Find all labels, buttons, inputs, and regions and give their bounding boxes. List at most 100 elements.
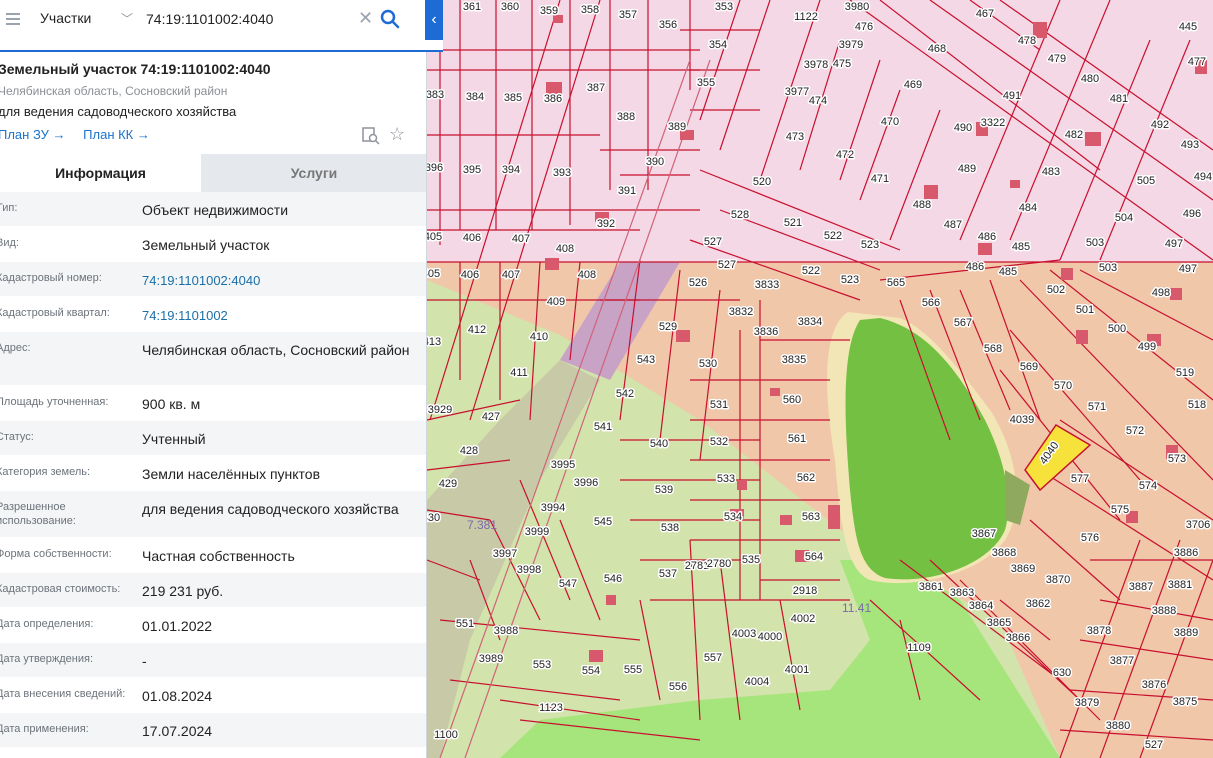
search-type-select[interactable]: Участки: [40, 10, 91, 26]
plot-label[interactable]: 496: [1181, 207, 1202, 222]
plot-label[interactable]: 3868: [990, 546, 1017, 561]
search-input[interactable]: [146, 7, 356, 31]
plot-label[interactable]: 3833: [753, 278, 780, 293]
plot-label[interactable]: 563: [800, 510, 821, 525]
plot-label[interactable]: 527: [1143, 738, 1164, 753]
plot-label[interactable]: 492: [1149, 118, 1170, 133]
plot-label[interactable]: 561: [786, 432, 807, 447]
plot-label[interactable]: 500: [1106, 322, 1127, 337]
plot-label[interactable]: 551: [454, 617, 475, 632]
plot-label[interactable]: 565: [885, 276, 906, 291]
plot-label[interactable]: 535: [740, 553, 761, 568]
plan-zu-link[interactable]: План ЗУ →: [0, 127, 66, 142]
plot-label[interactable]: 3834: [796, 315, 823, 330]
plot-label[interactable]: 534: [722, 510, 743, 525]
plot-label[interactable]: 497: [1177, 262, 1198, 277]
plot-label[interactable]: 470: [879, 115, 900, 130]
plot-label[interactable]: 574: [1137, 479, 1158, 494]
plot-label[interactable]: 505: [1135, 174, 1156, 189]
plot-label[interactable]: 406: [459, 268, 480, 283]
plot-label[interactable]: 483: [1040, 165, 1061, 180]
plot-label[interactable]: 553: [531, 658, 552, 673]
plot-label[interactable]: 576: [1079, 531, 1100, 546]
plot-label[interactable]: 538: [659, 521, 680, 536]
plot-label[interactable]: 527: [702, 235, 723, 250]
plot-label[interactable]: 391: [616, 184, 637, 199]
plot-label[interactable]: 503: [1084, 236, 1105, 251]
plot-label[interactable]: 3864: [967, 599, 994, 614]
plot-label[interactable]: 562: [795, 471, 816, 486]
plot-label[interactable]: 3977: [783, 85, 810, 100]
plot-label[interactable]: 522: [822, 229, 843, 244]
plot-label[interactable]: 482: [1063, 128, 1084, 143]
plot-label[interactable]: 407: [510, 232, 531, 247]
plot-label[interactable]: 354: [707, 38, 728, 53]
plot-label[interactable]: 566: [920, 296, 941, 311]
plot-label[interactable]: 571: [1086, 400, 1107, 415]
plot-label[interactable]: 484: [1017, 201, 1038, 216]
plot-label[interactable]: 3996: [572, 476, 599, 491]
plot-label[interactable]: 472: [834, 148, 855, 163]
plot-label[interactable]: 498: [1150, 286, 1171, 301]
plot-label[interactable]: 469: [902, 78, 923, 93]
plot-label[interactable]: 3867: [970, 527, 997, 542]
plot-label[interactable]: 572: [1124, 424, 1145, 439]
plot-label[interactable]: 3836: [752, 325, 779, 340]
plot-label[interactable]: 361: [461, 0, 482, 15]
plot-label[interactable]: 474: [807, 94, 828, 109]
plot-label[interactable]: 476: [853, 20, 874, 35]
plot-label[interactable]: 545: [592, 515, 613, 530]
plot-label[interactable]: 490: [952, 121, 973, 136]
plot-label[interactable]: 386: [542, 92, 563, 107]
plot-label[interactable]: 1109: [906, 641, 933, 656]
plot-label[interactable]: 395: [461, 163, 482, 178]
plot-label[interactable]: 3888: [1150, 604, 1177, 619]
plot-label[interactable]: 481: [1108, 92, 1129, 107]
plot-label[interactable]: 477: [1186, 55, 1207, 70]
plot-label[interactable]: 493: [1179, 138, 1200, 153]
plot-label[interactable]: 2918: [791, 584, 818, 599]
plot-label[interactable]: 3989: [477, 652, 504, 667]
plot-label[interactable]: 471: [869, 172, 890, 187]
plot-label[interactable]: 3869: [1009, 562, 1036, 577]
plot-label[interactable]: 533: [715, 472, 736, 487]
plot-label[interactable]: 564: [803, 550, 824, 565]
plot-label[interactable]: 532: [708, 435, 729, 450]
plot-label[interactable]: 3997: [491, 547, 518, 562]
plot-label[interactable]: 429: [437, 477, 458, 492]
plot-label[interactable]: 473: [784, 130, 805, 145]
plot-label[interactable]: 542: [614, 387, 635, 402]
plot-label[interactable]: 503: [1097, 261, 1118, 276]
plot-label[interactable]: 360: [499, 0, 520, 15]
plot-label[interactable]: 3706: [1184, 518, 1211, 533]
plot-label[interactable]: 554: [580, 664, 601, 679]
plot-label[interactable]: 1100: [433, 728, 460, 743]
plot-label[interactable]: 357: [617, 8, 638, 23]
plot-label[interactable]: 560: [781, 393, 802, 408]
plot-label[interactable]: 356: [657, 18, 678, 33]
plot-label[interactable]: 480: [1079, 72, 1100, 87]
plot-label[interactable]: 407: [500, 268, 521, 283]
plot-label[interactable]: 3865: [985, 616, 1012, 631]
plot-label[interactable]: 355: [695, 76, 716, 91]
plot-label[interactable]: 539: [653, 483, 674, 498]
plot-label[interactable]: 479: [1046, 52, 1067, 67]
plot-label[interactable]: 520: [751, 175, 772, 190]
plot-label[interactable]: 3863: [948, 586, 975, 601]
plot-label[interactable]: 521: [782, 216, 803, 231]
plot-label[interactable]: 3877: [1108, 654, 1135, 669]
plot-label[interactable]: 445: [1177, 20, 1198, 35]
plot-label[interactable]: 475: [831, 57, 852, 72]
plot-label[interactable]: 519: [1174, 366, 1195, 381]
plot-label[interactable]: 408: [554, 242, 575, 257]
plot-label[interactable]: 489: [956, 162, 977, 177]
plot-label[interactable]: 530: [697, 357, 718, 372]
plot-label[interactable]: 504: [1113, 211, 1134, 226]
plot-label[interactable]: 3862: [1024, 597, 1051, 612]
plot-label[interactable]: 543: [635, 353, 656, 368]
plot-label[interactable]: 3322: [979, 116, 1006, 131]
plot-label[interactable]: 3999: [523, 525, 550, 540]
plot-label[interactable]: 3875: [1171, 695, 1198, 710]
plot-label[interactable]: 412: [466, 323, 487, 338]
plot-label[interactable]: 409: [545, 295, 566, 310]
